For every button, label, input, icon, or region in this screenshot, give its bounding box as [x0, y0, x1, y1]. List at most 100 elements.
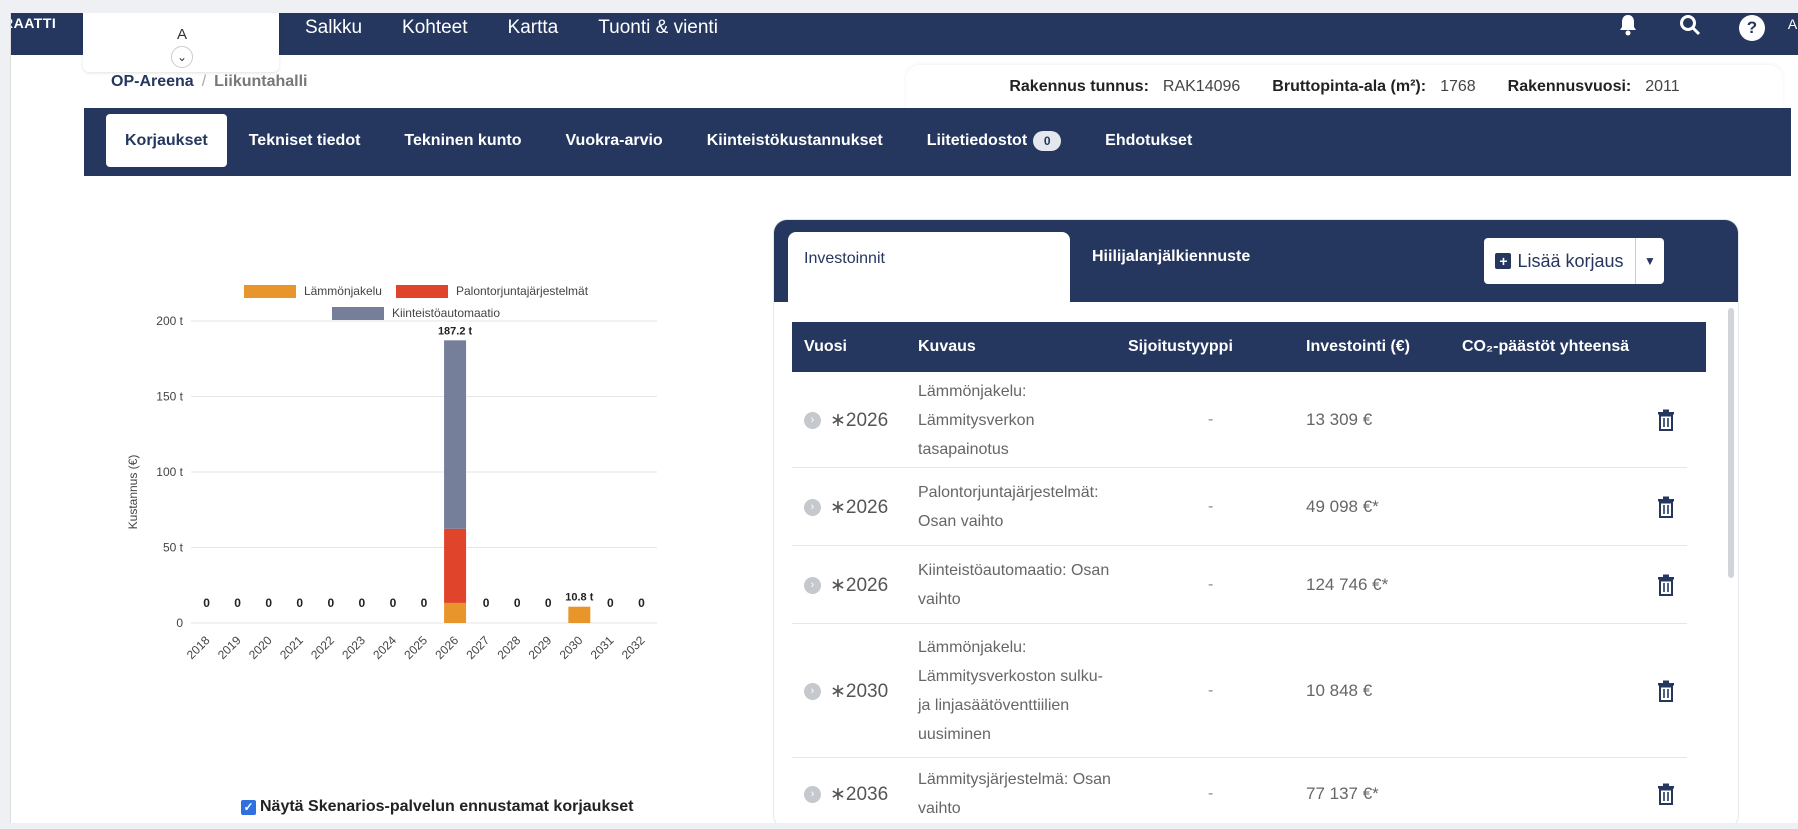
- building-id-label: Rakennus tunnus:: [1009, 78, 1149, 95]
- x-tick-label: 2020: [246, 633, 275, 662]
- table-row[interactable]: › ∗2026 Kiinteistöautomaatio: Osan vaihto - 1…: [792, 546, 1687, 624]
- col-co2[interactable]: CO₂-päästöt yhteensä: [1462, 322, 1629, 372]
- expand-row-icon[interactable]: ›: [804, 499, 821, 516]
- building-year-label: Rakennusvuosi:: [1507, 78, 1632, 95]
- table-row[interactable]: › ∗2030 Lämmönjakelu: Lämmitysverkoston sul…: [792, 624, 1687, 758]
- scrollbar[interactable]: [1728, 308, 1734, 578]
- table-row[interactable]: › ∗2026 Palontorjuntajärjestelmät: Osan vai…: [792, 468, 1687, 546]
- bar-segment-palontorjuntaj-rjestelm-t: [444, 528, 467, 603]
- bar-total-label: 0: [607, 596, 614, 610]
- tab-vuokra-arvio[interactable]: Vuokra-arvio: [543, 114, 684, 167]
- caret-down-icon[interactable]: ▼: [1636, 254, 1664, 268]
- row-investment-type: -: [1208, 498, 1214, 515]
- user-menu[interactable]: Au: [1788, 16, 1798, 32]
- trash-icon[interactable]: [1657, 496, 1675, 523]
- investments-panel: Investoinnit Hiilijalanjälkiennuste + Lis…: [773, 219, 1739, 823]
- row-description-line: uusiminen: [918, 726, 991, 743]
- tab-korjaukset[interactable]: Korjaukset: [106, 114, 227, 167]
- tab-investoinnit[interactable]: Investoinnit: [788, 232, 1070, 302]
- building-area-value: 1768: [1440, 78, 1476, 95]
- row-investment: 77 137 €*: [1306, 784, 1379, 803]
- expand-row-icon[interactable]: ›: [804, 412, 821, 429]
- org-letter: A: [177, 26, 188, 43]
- breadcrumb-parent[interactable]: OP-Areena: [111, 73, 194, 90]
- tab-tekninen-kunto[interactable]: Tekninen kunto: [382, 114, 543, 167]
- col-kuvaus[interactable]: Kuvaus: [918, 322, 976, 372]
- row-description: Lämmönjakelu: Lämmitysverkoston sulku-ja …: [918, 633, 1138, 749]
- row-investment: 124 746 €*: [1306, 575, 1389, 594]
- add-repair-button[interactable]: + Lisää korjaus ▼: [1484, 238, 1664, 284]
- table-row[interactable]: › ∗2026 Lämmönjakelu: Lämmitysverkon tasapai…: [792, 372, 1687, 468]
- row-investment: 49 098 €*: [1306, 497, 1379, 516]
- x-tick-label: 2029: [526, 633, 555, 662]
- row-investment: 10 848 €: [1306, 681, 1373, 700]
- bar-segment-l-mm-njakelu: [568, 606, 591, 623]
- table-row[interactable]: › ∗2036 Lämmitysjärjestelmä: Osan vaihto - 77…: [792, 758, 1687, 823]
- row-description: Palontorjuntajärjestelmät: Osan vaihto: [918, 478, 1138, 536]
- x-tick-label: 2019: [215, 633, 244, 662]
- col-vuosi[interactable]: Vuosi: [804, 322, 847, 372]
- organization-selector[interactable]: A ⌄: [83, 13, 279, 72]
- bar-total-label: 0: [421, 596, 428, 610]
- row-description-line: vaihto: [918, 591, 961, 608]
- tab-liitetiedostot-label: Liitetiedostot: [926, 132, 1028, 149]
- x-tick-label: 2022: [308, 633, 337, 662]
- col-investointi[interactable]: Investointi (€): [1306, 322, 1410, 372]
- building-year-value: 2011: [1645, 78, 1680, 95]
- plus-icon: +: [1495, 253, 1512, 269]
- repairs-chart: Lämmönjakelu Palontorjuntajärjestelmät K…: [111, 268, 751, 798]
- tabs-bar: Korjaukset Tekniset tiedot Tekninen kunt…: [84, 108, 1791, 176]
- row-description-line: Lämmönjakelu:: [918, 382, 1027, 400]
- row-description-line: tasapainotus: [918, 440, 1009, 458]
- trash-icon[interactable]: [1657, 409, 1675, 436]
- bar-total-label: 0: [327, 596, 334, 610]
- add-repair-main[interactable]: + Lisää korjaus: [1484, 238, 1636, 284]
- bar-total-label: 0: [265, 596, 272, 610]
- tab-liitetiedostot[interactable]: Liitetiedostot 0: [905, 114, 1083, 167]
- search-icon[interactable]: [1677, 14, 1703, 42]
- table-header: Vuosi Kuvaus Sijoitustyyppi Investointi …: [792, 322, 1706, 372]
- row-investment: 13 309 €: [1306, 410, 1373, 429]
- tab-hiilijalanjalkiennuste[interactable]: Hiilijalanjälkiennuste: [1092, 248, 1250, 266]
- row-description-line: vaihto: [918, 800, 961, 817]
- row-year: ∗2036: [830, 784, 889, 805]
- expand-row-icon[interactable]: ›: [804, 786, 821, 803]
- bar-total-label: 0: [483, 596, 490, 610]
- nav-kohteet[interactable]: Kohteet: [402, 13, 468, 43]
- nav-kartta[interactable]: Kartta: [508, 13, 559, 43]
- tab-ehdotukset[interactable]: Ehdotukset: [1083, 114, 1214, 167]
- help-icon[interactable]: ?: [1739, 15, 1765, 41]
- attachments-count-badge: 0: [1033, 130, 1062, 151]
- row-description: Kiinteistöautomaatio: Osan vaihto: [918, 556, 1138, 614]
- breadcrumb-current: Liikuntahalli: [214, 73, 308, 90]
- trash-icon[interactable]: [1657, 574, 1675, 601]
- row-description-line: Lämmitysjärjestelmä: Osan: [918, 771, 1111, 788]
- building-id-value: RAK14096: [1162, 78, 1241, 95]
- bar-total-label: 0: [234, 596, 241, 610]
- chevron-down-icon[interactable]: ⌄: [171, 46, 193, 68]
- bar-segment-kiinteist-automaatio: [444, 340, 467, 529]
- bar-total-label: 0: [545, 596, 552, 610]
- bell-icon[interactable]: [1615, 14, 1641, 42]
- row-investment-type: -: [1208, 682, 1214, 699]
- row-year: ∗2026: [830, 410, 889, 431]
- nav-tuonti-vienti[interactable]: Tuonti & vienti: [598, 13, 718, 43]
- trash-icon[interactable]: [1657, 783, 1675, 810]
- show-forecast-checkbox-row[interactable]: ✓ Näytä Skenarios-palvelun ennustamat ko…: [241, 798, 633, 816]
- x-tick-label: 2018: [184, 633, 213, 662]
- bar-total-label: 0: [203, 596, 210, 610]
- row-description: Lämmitysjärjestelmä: Osan vaihto: [918, 765, 1138, 823]
- tab-tekniset-tiedot[interactable]: Tekniset tiedot: [227, 114, 383, 167]
- checkbox-checked-icon[interactable]: ✓: [241, 799, 256, 815]
- nav-salkku[interactable]: Salkku: [305, 13, 362, 43]
- tab-kiinteistokustannukset[interactable]: Kiinteistökustannukset: [685, 114, 905, 167]
- expand-row-icon[interactable]: ›: [804, 577, 821, 594]
- trash-icon[interactable]: [1657, 680, 1675, 707]
- col-sijoitustyyppi[interactable]: Sijoitustyyppi: [1128, 322, 1233, 372]
- expand-row-icon[interactable]: ›: [804, 683, 821, 700]
- row-investment-type: -: [1208, 785, 1214, 802]
- y-axis-label: Kustannus (€): [126, 455, 140, 530]
- x-tick-label: 2021: [277, 633, 306, 662]
- x-tick-label: 2024: [370, 633, 399, 662]
- chart-canvas: 050 t100 t150 t200 tKustannus (€)0201802…: [126, 314, 657, 662]
